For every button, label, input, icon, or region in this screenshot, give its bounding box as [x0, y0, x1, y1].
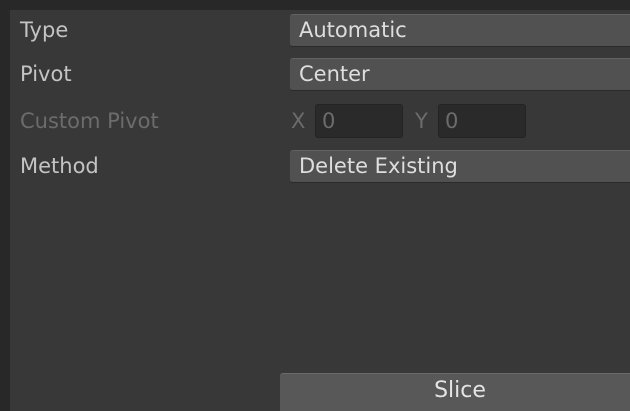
custom-pivot-x-field[interactable]: 0	[315, 104, 403, 138]
method-row: Method Delete Existing	[10, 146, 630, 186]
custom-pivot-label: Custom Pivot	[20, 109, 159, 133]
slice-settings-panel: Type Automatic Pivot Center Custom Pivot…	[10, 10, 630, 411]
pivot-dropdown[interactable]: Center	[290, 58, 630, 91]
type-label: Type	[20, 18, 69, 42]
custom-pivot-y-field[interactable]: 0	[438, 104, 526, 138]
custom-pivot-y-label: Y	[415, 109, 428, 133]
method-dropdown-value: Delete Existing	[299, 154, 458, 178]
custom-pivot-x-label: X	[291, 109, 306, 133]
window-left-border	[0, 0, 10, 411]
pivot-dropdown-value: Center	[299, 62, 370, 86]
slice-button-label: Slice	[434, 378, 486, 403]
custom-pivot-x-value: 0	[322, 109, 336, 133]
type-dropdown-value: Automatic	[299, 18, 407, 42]
type-row: Type Automatic	[10, 10, 630, 50]
slice-button[interactable]: Slice	[280, 373, 630, 411]
pivot-row: Pivot Center	[10, 54, 630, 94]
type-dropdown[interactable]: Automatic	[290, 14, 630, 47]
custom-pivot-y-value: 0	[445, 109, 459, 133]
method-dropdown[interactable]: Delete Existing	[290, 150, 630, 183]
custom-pivot-row: Custom Pivot X 0 Y 0	[10, 101, 630, 141]
method-label: Method	[20, 154, 99, 178]
window-top-border	[0, 0, 630, 10]
pivot-label: Pivot	[20, 62, 72, 86]
